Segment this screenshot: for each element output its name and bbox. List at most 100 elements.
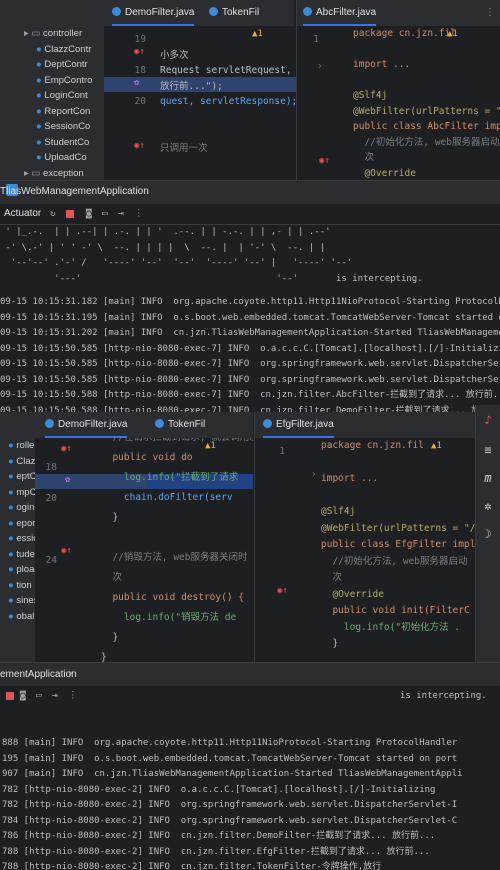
line-number: [297, 156, 319, 172]
tree-item[interactable]: ● mpContro: [0, 485, 35, 501]
code-line: //初始化方法, web服务器启动: [353, 136, 500, 148]
tree-item[interactable]: ● ReportCon: [0, 104, 104, 120]
tree-item-label: UploadCo: [44, 152, 87, 163]
java-class-icon: [45, 419, 54, 428]
code-line: //销毁方法, web服务器关闭时: [101, 552, 248, 563]
tab-label: AbcFilter.java: [316, 7, 377, 18]
run-header-top: TliasWebManagementApplication: [0, 180, 500, 205]
editor-tabs-left-top: DemoFilter.java TokenFil: [104, 0, 294, 27]
more-icon[interactable]: ⋮: [134, 208, 144, 219]
line-number: [35, 506, 57, 522]
tab-tokenfilter[interactable]: TokenFil: [155, 412, 205, 438]
line-number: [297, 79, 319, 95]
tree-item[interactable]: ● tion: [0, 578, 35, 594]
tab-efgfilter[interactable]: EfgFilter.java: [263, 412, 334, 438]
tree-item[interactable]: ▸ ▭ exception: [0, 166, 104, 181]
run-tab-title[interactable]: TliasWebManagementApplication: [0, 186, 149, 197]
tree-item[interactable]: ● SessionCo: [0, 119, 104, 135]
tree-item[interactable]: ● essionCo: [0, 531, 35, 547]
bell-icon[interactable]: ♪: [481, 413, 495, 427]
tree-item[interactable]: ● ClazzContr: [0, 454, 35, 470]
right-tool-strip: ♪ ≡ m ✲ ☽: [475, 405, 500, 662]
run-tab-title[interactable]: ementApplication: [0, 669, 77, 680]
tab-demofilter[interactable]: DemoFilter.java: [45, 412, 128, 438]
tree-item[interactable]: ● ClazzContr: [0, 42, 104, 58]
camera-icon[interactable]: ◙: [20, 690, 26, 701]
java-class-icon: [263, 419, 272, 428]
rerun-icon[interactable]: ↻: [50, 208, 56, 219]
log-line: 784 [http-nio-8080-exec-2] INFO org.spri…: [2, 815, 458, 826]
line-number: [297, 63, 319, 79]
tree-item[interactable]: ● UploadCo: [0, 150, 104, 166]
fold-icon[interactable]: ›: [311, 469, 317, 480]
tree-item-label: oginCont: [16, 502, 35, 513]
line-number: [104, 125, 146, 141]
line-number: [35, 615, 57, 631]
debug-marker-icon: ✿: [65, 475, 71, 485]
coverage-icon[interactable]: ☽: [481, 527, 495, 541]
log-line: 907 [main] INFO cn.jzn.TliasWebManagemen…: [2, 769, 463, 779]
tree-item[interactable]: ● StudentCo: [0, 135, 104, 151]
tree-item[interactable]: ● obalExce: [0, 609, 35, 625]
tree-item[interactable]: ● ploadCo: [0, 562, 35, 578]
line-number: [35, 537, 57, 553]
tree-item[interactable]: ● tudentCo: [0, 547, 35, 563]
line-number: [104, 79, 146, 95]
tree-item[interactable]: ▸ ▭ controller: [0, 26, 104, 42]
code-line: @Slf4j: [353, 90, 388, 101]
line-number: [297, 110, 319, 126]
maven-icon[interactable]: m: [481, 471, 495, 485]
stop-icon[interactable]: [66, 210, 74, 218]
code-line: public void destroy() {: [101, 592, 244, 603]
line-number: [255, 537, 285, 553]
database-icon[interactable]: ≡: [481, 443, 495, 457]
tab-label: TokenFil: [168, 419, 206, 430]
tree-item-label: tion: [16, 579, 32, 591]
export-icon[interactable]: ⇥: [52, 690, 58, 701]
tree-item-label: DeptContr: [44, 59, 88, 70]
stop-icon[interactable]: [6, 692, 14, 700]
gradle-icon[interactable]: ✲: [481, 499, 495, 513]
layout-icon[interactable]: ▭: [102, 208, 108, 219]
line-number: [255, 475, 285, 491]
tree-item[interactable]: ● LoginCont: [0, 88, 104, 104]
actuator-tab[interactable]: Actuator: [4, 208, 41, 219]
editor-right-bottom: ▲1 1 › ◉↑ package cn.jzn.fil import ... @S…: [255, 438, 475, 662]
fold-icon[interactable]: ›: [317, 61, 323, 72]
line-number: [255, 630, 285, 646]
tab-abcfilter[interactable]: AbcFilter.java: [303, 0, 377, 26]
more-icon[interactable]: ⋮: [68, 690, 78, 701]
code-line: //在请求拦截到请求, 就会调用次: [101, 438, 253, 448]
tree-item[interactable]: ● EmpContro: [0, 73, 104, 89]
line-number: [255, 553, 285, 569]
log-line: 09-15 10:15:50.585 [http-nio-8080-exec-7…: [0, 343, 500, 354]
line-number: 24: [45, 554, 57, 566]
camera-icon[interactable]: ◙: [86, 208, 92, 219]
log-line: 09-15 10:15:50.585 [http-nio-8080-exec-7…: [0, 374, 500, 385]
tree-item[interactable]: ● oginCont: [0, 500, 35, 516]
console-top: ' |_.-. | | .--| | .-. | | ' .--. | | -.…: [0, 225, 500, 412]
override-marker-icon: ◉↑: [319, 156, 330, 166]
layout-icon[interactable]: ▭: [36, 690, 42, 701]
tab-tokenfilter[interactable]: TokenFil: [209, 0, 259, 26]
tree-item[interactable]: ● sinessE: [0, 593, 35, 609]
log-line: 782 [http-nio-8080-exec-2] INFO o.a.c.c.…: [2, 784, 436, 795]
tree-item[interactable]: ● eportCon: [0, 516, 35, 532]
tree-item[interactable]: ● roller: [0, 438, 35, 454]
export-icon[interactable]: ⇥: [118, 208, 124, 219]
code-line: public void init(FilterC: [321, 605, 470, 616]
tree-item-label: controller: [43, 28, 83, 39]
banner-tail: is intercepting.: [400, 691, 487, 701]
tab-label: TokenFil: [222, 7, 260, 18]
code-line: }: [101, 652, 107, 662]
more-tabs-icon[interactable]: ⋮: [485, 0, 495, 26]
tab-demofilter[interactable]: DemoFilter.java: [112, 0, 195, 26]
code-line: public class EfgFilter imple: [321, 539, 475, 550]
close-icon[interactable]: ×: [68, 668, 74, 679]
run-header-bottom: ementApplication ×: [0, 662, 500, 687]
tree-item[interactable]: ● eptContr: [0, 469, 35, 485]
tree-item[interactable]: ● DeptContr: [0, 57, 104, 73]
